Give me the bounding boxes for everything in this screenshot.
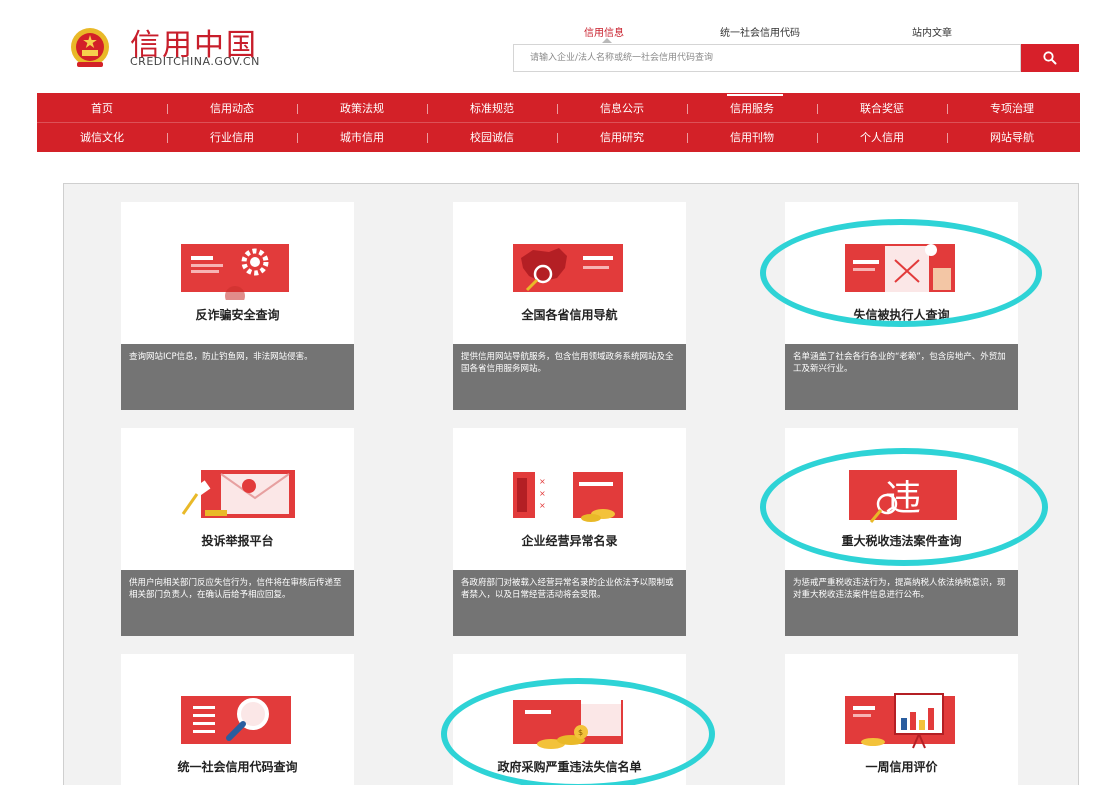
card-description: 提供信用网站导航服务，包含信用领域政务系统网站及全国各省信用服务网站。: [453, 344, 686, 410]
service-card-abnormal-operations[interactable]: × × × 企业经营异常名录 各政府部门对被载入经营异常名录的企业依法予以限制或…: [453, 428, 686, 636]
page: 信用中国 CREDITCHINA.GOV.CN 信用信息 统一社会信用代码 站内…: [0, 0, 1108, 785]
search-button[interactable]: [1021, 44, 1079, 72]
nav-item-city-credit[interactable]: 城市信用: [297, 123, 427, 152]
nav-item-home[interactable]: 首页: [37, 94, 167, 123]
abnormal-list-icon: × × ×: [513, 470, 623, 522]
nav-item-joint-rewards[interactable]: 联合奖惩: [817, 94, 947, 123]
card-title: 统一社会信用代码查询: [177, 760, 298, 774]
search-tab-credit-code[interactable]: 统一社会信用代码: [720, 24, 800, 39]
card-title: 反诈骗安全查询: [195, 308, 280, 322]
card-title: 重大税收违法案件查询: [841, 534, 962, 548]
search-icon: [1043, 51, 1057, 65]
nav-item-policies[interactable]: 政策法规: [297, 94, 427, 123]
svg-text:×: ×: [539, 477, 546, 486]
search-tab-credit-info[interactable]: 信用信息: [584, 24, 624, 43]
nav-item-site-navigation[interactable]: 网站导航: [947, 123, 1077, 152]
svg-text:×: ×: [539, 501, 546, 510]
nav-item-standards[interactable]: 标准规范: [427, 94, 557, 123]
nav-item-campus-integrity[interactable]: 校园诚信: [427, 123, 557, 152]
nav-item-personal-credit[interactable]: 个人信用: [817, 123, 947, 152]
search-tab-articles[interactable]: 站内文章: [912, 24, 952, 39]
national-emblem-icon: [71, 28, 109, 67]
card-title: 一周信用评价: [865, 760, 938, 774]
nav-row-1: 首页 信用动态 政策法规 标准规范 信息公示 信用服务 联合奖惩 专项治理: [37, 94, 1080, 123]
magnifier-document-icon: [181, 696, 291, 744]
dishonest-document-icon: [845, 244, 955, 292]
service-card-anti-fraud[interactable]: 反诈骗安全查询 查询网站ICP信息，防止钓鱼网，非法网站侵害。: [121, 202, 354, 410]
envelope-gavel-icon: [181, 470, 295, 518]
nav-row-2: 诚信文化 行业信用 城市信用 校园诚信 信用研究 信用刊物 个人信用 网站导航: [37, 123, 1080, 152]
service-card-weekly-evaluation[interactable]: 一周信用评价: [785, 654, 1018, 785]
gear-screen-icon: [181, 244, 289, 300]
card-description: 为惩戒严重税收违法行为，提高纳税人依法纳税意识，现对重大税收违法案件信息进行公布…: [785, 570, 1018, 636]
site-logo[interactable]: 信用中国 CREDITCHINA.GOV.CN: [66, 22, 306, 72]
card-description: 查询网站ICP信息，防止钓鱼网，非法网站侵害。: [121, 344, 354, 410]
nav-item-credit-publications[interactable]: 信用刊物: [687, 123, 817, 152]
card-title: 企业经营异常名录: [521, 534, 618, 548]
tax-violation-icon: 违: [849, 470, 957, 523]
card-title: 投诉举报平台: [201, 534, 274, 548]
chart-board-icon: [845, 693, 955, 749]
service-card-complaints[interactable]: 投诉举报平台 供用户向相关部门反应失信行为，信件将在审核后传递至相关部门负责人，…: [121, 428, 354, 636]
site-domain: CREDITCHINA.GOV.CN: [130, 55, 260, 68]
nav-item-credit-research[interactable]: 信用研究: [557, 123, 687, 152]
china-map-icon: [513, 244, 623, 292]
card-title: 失信被执行人查询: [853, 308, 950, 322]
card-description: 供用户向相关部门反应失信行为，信件将在审核后传递至相关部门负责人，在确认后给予相…: [121, 570, 354, 636]
card-title: 全国各省信用导航: [521, 308, 618, 322]
service-card-credit-code[interactable]: 统一社会信用代码查询: [121, 654, 354, 785]
nav-item-industry-credit[interactable]: 行业信用: [167, 123, 297, 152]
nav-item-credit-news[interactable]: 信用动态: [167, 94, 297, 123]
service-card-tax-violations[interactable]: 违 重大税收违法案件查询 为惩戒严重税收违法行为，提高纳税人依法纳税意识，现对重…: [785, 428, 1018, 636]
nav-item-credit-services[interactable]: 信用服务: [687, 94, 817, 123]
service-card-procurement-blacklist[interactable]: $ 政府采购严重违法失信名单: [453, 654, 686, 785]
card-title: 政府采购严重违法失信名单: [497, 760, 642, 774]
nav-item-disclosure[interactable]: 信息公示: [557, 94, 687, 123]
svg-text:$: $: [578, 728, 583, 737]
service-card-dishonest-debtors[interactable]: 失信被执行人查询 名单涵盖了社会各行各业的“老赖”，包含房地产、外贸加工及新兴行…: [785, 202, 1018, 410]
nav-item-integrity-culture[interactable]: 诚信文化: [37, 123, 167, 152]
procurement-store-icon: $: [513, 696, 623, 749]
nav-item-special-governance[interactable]: 专项治理: [947, 94, 1077, 123]
search-input[interactable]: [513, 44, 1021, 72]
svg-text:×: ×: [539, 489, 546, 498]
service-card-province-navigation[interactable]: 全国各省信用导航 提供信用网站导航服务，包含信用领域政务系统网站及全国各省信用服…: [453, 202, 686, 410]
card-description: 名单涵盖了社会各行各业的“老赖”，包含房地产、外贸加工及新兴行业。: [785, 344, 1018, 410]
card-description: 各政府部门对被载入经营异常名录的企业依法予以限制或者禁入，以及日常经营活动将会受…: [453, 570, 686, 636]
